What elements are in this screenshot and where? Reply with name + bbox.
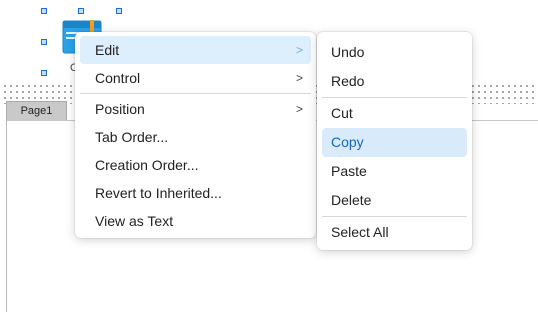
menu-item-label: Delete (331, 192, 372, 208)
menu-item-label: Undo (331, 44, 365, 60)
menu-item-tab-order[interactable]: Tab Order... (80, 123, 311, 151)
menu-item-label: Tab Order... (95, 129, 169, 145)
menu-item-control[interactable]: Control > (80, 64, 311, 92)
context-menu: Edit > Control > Position > Tab Order...… (75, 32, 316, 238)
menu-item-label: Position (95, 101, 145, 117)
menu-item-label: Redo (331, 73, 365, 89)
resize-handle-top[interactable] (78, 8, 84, 14)
menu-item-label: Copy (331, 134, 364, 150)
menu-item-view-as-text[interactable]: View as Text (80, 207, 311, 235)
menu-item-label: View as Text (95, 213, 174, 229)
menu-item-label: Cut (331, 105, 353, 121)
menu-separator (80, 93, 311, 94)
menu-item-paste[interactable]: Paste (322, 157, 467, 186)
menu-item-label: Revert to Inherited... (95, 185, 222, 201)
menu-item-select-all[interactable]: Select All (322, 218, 467, 247)
menu-item-label: Creation Order... (95, 157, 199, 173)
menu-item-label: Select All (331, 224, 389, 240)
resize-handle-top-right[interactable] (116, 8, 122, 14)
edit-submenu: Undo Redo Cut Copy Paste Delete Select A… (317, 32, 472, 250)
menu-item-label: Control (95, 70, 141, 86)
menu-item-revert-to-inherited[interactable]: Revert to Inherited... (80, 179, 311, 207)
menu-item-undo[interactable]: Undo (322, 38, 467, 67)
chevron-right-icon: > (295, 43, 303, 57)
menu-item-label: Paste (331, 163, 367, 179)
menu-separator (322, 216, 467, 217)
menu-item-delete[interactable]: Delete (322, 186, 467, 215)
resize-handle-left[interactable] (41, 39, 47, 45)
menu-item-position[interactable]: Position > (80, 95, 311, 123)
chevron-right-icon: > (295, 71, 303, 85)
menu-item-redo[interactable]: Redo (322, 67, 467, 96)
menu-item-creation-order[interactable]: Creation Order... (80, 151, 311, 179)
page-tab[interactable]: Page1 (6, 101, 67, 120)
menu-item-label: Edit (95, 42, 120, 58)
resize-handle-top-left[interactable] (41, 8, 47, 14)
menu-item-edit[interactable]: Edit > (80, 36, 311, 64)
menu-separator (322, 97, 467, 98)
resize-handle-bottom-left[interactable] (41, 70, 47, 76)
chevron-right-icon: > (295, 102, 303, 116)
menu-item-cut[interactable]: Cut (322, 99, 467, 128)
menu-item-copy[interactable]: Copy (322, 128, 467, 157)
